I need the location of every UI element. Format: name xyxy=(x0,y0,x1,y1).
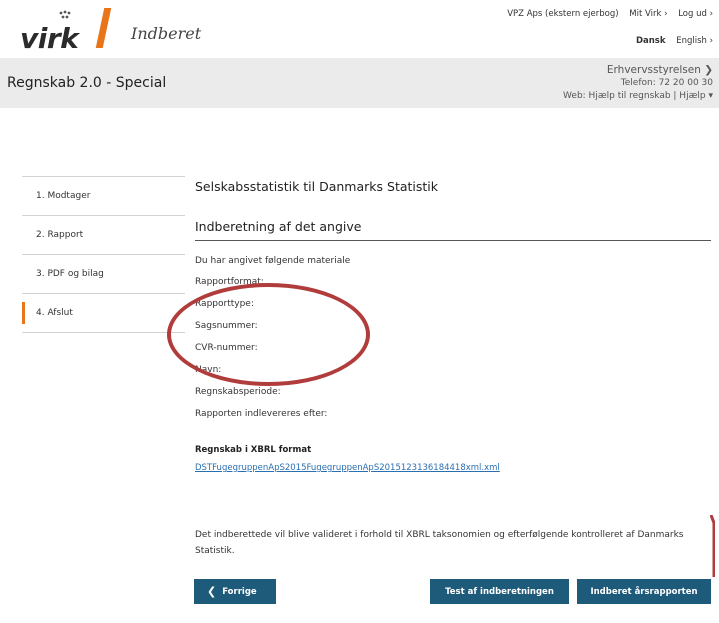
xbrl-file-link[interactable]: DSTFugegruppenApS2015FugegruppenApS20151… xyxy=(195,463,500,473)
step-modtager[interactable]: 1. Modtager xyxy=(22,176,185,215)
my-virk-link[interactable]: Mit Virk › xyxy=(629,9,667,19)
validation-note: Det indberettede vil blive valideret i f… xyxy=(195,530,684,556)
test-submission-button[interactable]: Test af indberetningen xyxy=(430,579,569,604)
language-switcher: Dansk English › xyxy=(636,36,713,46)
step-label: 4. Afslut xyxy=(36,308,73,318)
sub-header: Regnskab 2.0 - Special Erhvervsstyrelsen… xyxy=(0,58,719,108)
user-menu: VPZ Aps (ekstern ejerbog) Mit Virk › Log… xyxy=(499,9,713,19)
step-pdf-og-bilag[interactable]: 3. PDF og bilag xyxy=(22,254,185,293)
section-divider xyxy=(195,240,711,241)
top-header: virk Indberet VPZ Aps (ekstern ejerbog) … xyxy=(0,0,719,58)
help-links[interactable]: Web: Hjælp til regnskab | Hjælp ▾ xyxy=(563,90,713,103)
annotation-bracket xyxy=(710,515,715,577)
logout-link[interactable]: Log ud › xyxy=(678,9,713,19)
phone-text: Telefon: 72 20 00 30 xyxy=(620,78,713,88)
page-title: Regnskab 2.0 - Special xyxy=(7,75,167,91)
lang-dansk[interactable]: Dansk xyxy=(636,36,666,46)
contact-info: Erhvervsstyrelsen ❯ Telefon: 72 20 00 30… xyxy=(563,64,713,103)
xbrl-title: Regnskab i XBRL format xyxy=(195,445,312,455)
step-afslut[interactable]: 4. Afslut xyxy=(22,293,185,333)
step-label: 3. PDF og bilag xyxy=(36,269,104,279)
annotation-circle xyxy=(167,283,370,386)
previous-label: Forrige xyxy=(222,586,257,597)
field-regnskabsperiode: Regnskabsperiode: xyxy=(195,387,281,397)
product-name: Indberet xyxy=(131,24,202,43)
intro-text: Du har angivet følgende materiale xyxy=(195,256,351,266)
logo-divider xyxy=(95,8,112,48)
form-title: Selskabsstatistik til Danmarks Statistik xyxy=(195,179,439,194)
step-rapport[interactable]: 2. Rapport xyxy=(22,215,185,254)
logo-dots-icon xyxy=(59,10,71,19)
previous-button[interactable]: ❮ Forrige xyxy=(194,579,276,604)
company-name: VPZ Aps (ekstern ejerbog) xyxy=(507,9,619,19)
submit-report-button[interactable]: Indberet årsrapporten xyxy=(577,579,711,604)
field-indleveres-efter: Rapporten indlevereres efter: xyxy=(195,409,328,419)
section-title: Indberetning af det angive xyxy=(195,219,362,234)
lang-english[interactable]: English › xyxy=(676,36,713,46)
step-label: 2. Rapport xyxy=(36,230,84,240)
chevron-left-icon: ❮ xyxy=(207,585,217,598)
step-navigation: 1. Modtager 2. Rapport 3. PDF og bilag 4… xyxy=(22,176,185,333)
org-link[interactable]: Erhvervsstyrelsen ❯ xyxy=(563,64,713,77)
logo-word: virk xyxy=(20,22,79,55)
step-label: 1. Modtager xyxy=(36,191,91,201)
